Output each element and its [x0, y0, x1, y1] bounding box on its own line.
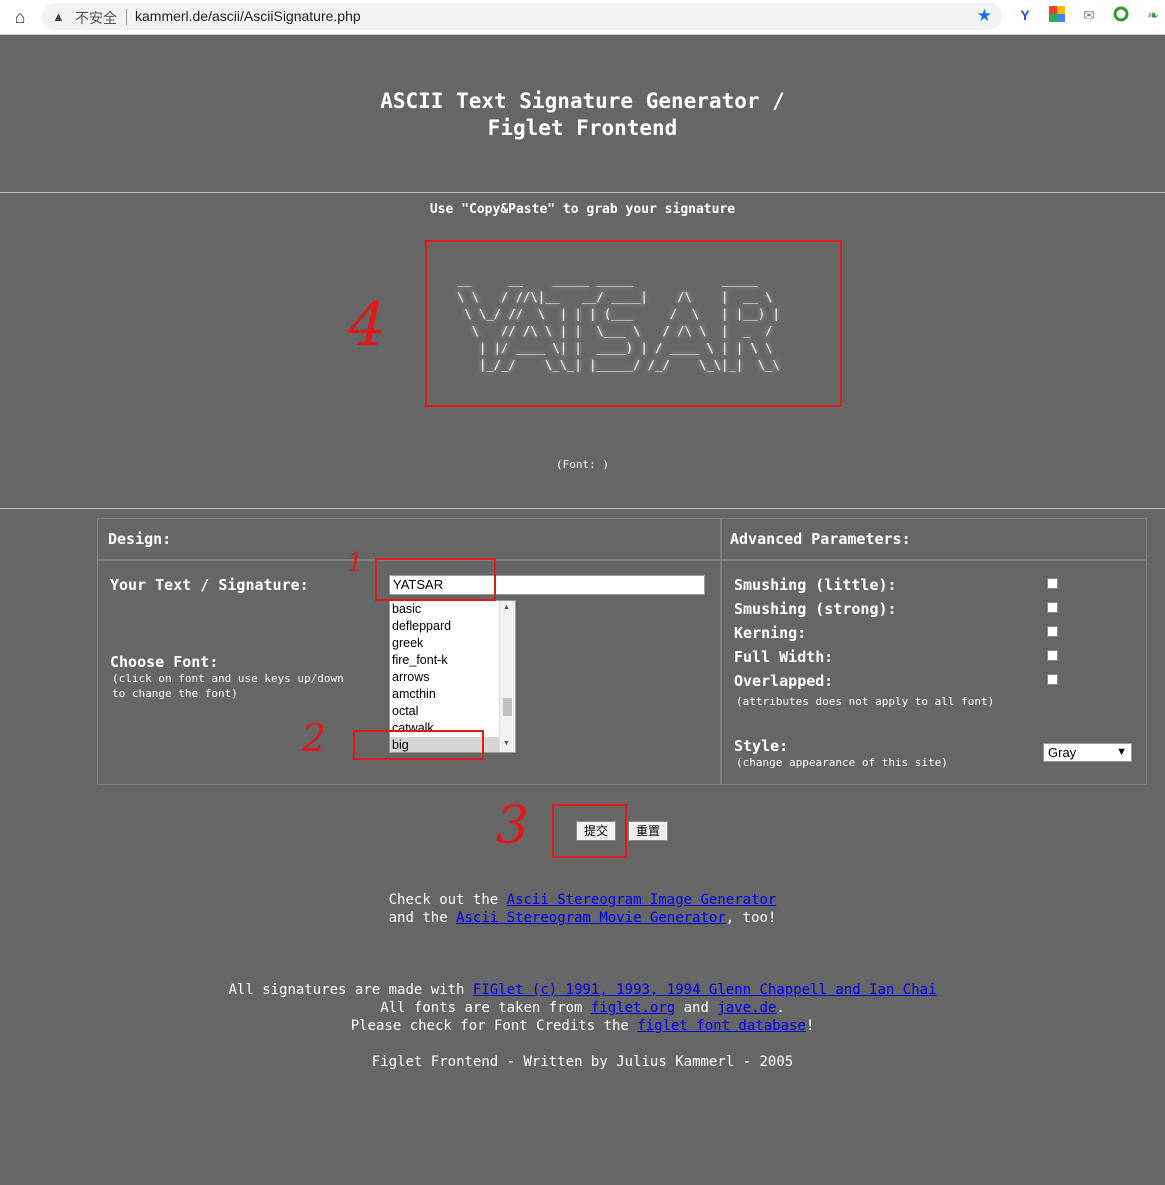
- design-header: Design:: [108, 530, 172, 548]
- extension-y-icon[interactable]: Y: [1016, 6, 1034, 24]
- copy-hint: Use "Copy&Paste" to grab your signature: [429, 202, 736, 217]
- style-select-value: Gray: [1048, 745, 1077, 760]
- divider-top: [0, 192, 1165, 193]
- footer-fonts-line: All fonts are taken from figlet.org and …: [0, 1000, 1165, 1016]
- footer-made-with-line: All signatures are made with FIGlet (c) …: [0, 982, 1165, 998]
- footer-check-prefix: Check out the: [388, 892, 507, 908]
- footer-too: , too!: [725, 910, 777, 926]
- text-label: Your Text / Signature:: [110, 576, 309, 594]
- annotation-number-3: 3: [496, 796, 530, 856]
- annotation-number-4: 4: [348, 290, 387, 360]
- annotation-number-1: 1: [347, 548, 364, 578]
- font-option[interactable]: arrows: [390, 669, 515, 686]
- annotation-box-output: [425, 240, 842, 407]
- font-hint-line2: to change the font): [112, 687, 238, 700]
- font-note: (Font: ): [556, 458, 609, 471]
- annotation-number-2: 2: [302, 716, 327, 760]
- address-separator: [126, 9, 127, 25]
- footer-movie-line: and the Ascii Stereogram Movie Generator…: [0, 910, 1165, 926]
- page-title-line1: ASCII Text Signature Generator /: [380, 89, 785, 113]
- scroll-thumb[interactable]: [503, 698, 512, 716]
- annotation-box-submit: [552, 804, 627, 858]
- style-label: Style:: [734, 737, 789, 755]
- home-icon[interactable]: ⌂: [8, 5, 32, 29]
- smushing-little-label: Smushing (little):: [734, 576, 897, 594]
- annotation-box-input: [375, 558, 496, 601]
- font-option[interactable]: octal: [390, 703, 515, 720]
- extension-evernote-icon[interactable]: ❧: [1144, 6, 1162, 24]
- overlapped-label: Overlapped:: [734, 672, 834, 690]
- security-label: 不安全: [75, 10, 117, 26]
- figlet-link[interactable]: FIGlet (c) 1991, 1993, 1994 Glenn Chappe…: [473, 982, 937, 998]
- footer-made-with: All signatures are made with: [228, 982, 473, 998]
- design-header-cell: Design:: [97, 518, 721, 560]
- extension-color-icon[interactable]: [1048, 6, 1066, 24]
- page-title-line2: Figlet Frontend: [487, 116, 678, 140]
- footer-period: .: [776, 1000, 785, 1016]
- font-label: Choose Font:: [110, 653, 219, 671]
- kerning-label: Kerning:: [734, 624, 807, 642]
- footer-check-line: Check out the Ascii Stereogram Image Gen…: [0, 892, 1165, 908]
- full-width-label: Full Width:: [734, 648, 834, 666]
- footer-please-check: Please check for Font Credits the: [350, 1018, 638, 1034]
- overlapped-checkbox[interactable]: [1047, 674, 1058, 685]
- smushing-strong-checkbox[interactable]: [1047, 602, 1058, 613]
- font-option[interactable]: fire_font-k: [390, 652, 515, 669]
- jave-link[interactable]: jave.de: [717, 1000, 776, 1016]
- full-width-checkbox[interactable]: [1047, 650, 1058, 661]
- page-title: ASCII Text Signature Generator / Figlet …: [0, 88, 1165, 142]
- advanced-header: Advanced Parameters:: [730, 530, 911, 548]
- url-text[interactable]: kammerl.de/ascii/AsciiSignature.php: [135, 8, 361, 24]
- advanced-header-cell: Advanced Parameters:: [721, 518, 1147, 560]
- footer-credits-line: Please check for Font Credits the figlet…: [0, 1018, 1165, 1034]
- font-option[interactable]: amcthin: [390, 686, 515, 703]
- font-option[interactable]: defleppard: [390, 618, 515, 635]
- address-bar[interactable]: ▲ 不安全 kammerl.de/ascii/AsciiSignature.ph…: [42, 3, 1002, 30]
- attributes-note: (attributes does not apply to all font): [736, 695, 995, 708]
- footer-excl: !: [805, 1018, 815, 1034]
- font-list-scrollbar[interactable]: ▲ ▼: [499, 601, 515, 752]
- footer-fonts-from: All fonts are taken from: [380, 1000, 591, 1016]
- style-hint: (change appearance of this site): [736, 756, 948, 769]
- figlet-org-link[interactable]: figlet.org: [591, 1000, 675, 1016]
- browser-toolbar: ⌂ ▲ 不安全 kammerl.de/ascii/AsciiSignature.…: [0, 0, 1165, 35]
- divider-bottom: [0, 508, 1165, 509]
- extension-circle-icon[interactable]: [1112, 6, 1130, 24]
- footer-written-by: Figlet Frontend - Written by Julius Kamm…: [371, 1054, 794, 1070]
- footer-and-the: and the: [388, 910, 457, 926]
- scroll-up-icon[interactable]: ▲: [503, 604, 510, 611]
- chevron-down-icon: ▼: [1116, 746, 1127, 758]
- font-database-link[interactable]: figlet font database: [637, 1018, 806, 1034]
- bookmark-star-icon[interactable]: ★: [977, 6, 992, 26]
- kerning-checkbox[interactable]: [1047, 626, 1058, 637]
- stereogram-movie-link[interactable]: Ascii Stereogram Movie Generator: [456, 910, 726, 926]
- stereogram-image-link[interactable]: Ascii Stereogram Image Generator: [507, 892, 777, 908]
- style-select[interactable]: Gray ▼: [1043, 743, 1132, 762]
- reset-button[interactable]: 重置: [628, 821, 668, 841]
- warning-icon: ▲: [52, 9, 65, 24]
- footer-and-word: and: [675, 1000, 718, 1016]
- smushing-little-checkbox[interactable]: [1047, 578, 1058, 589]
- annotation-box-font: [353, 730, 484, 760]
- font-option[interactable]: greek: [390, 635, 515, 652]
- smushing-strong-label: Smushing (strong):: [734, 600, 897, 618]
- font-hint-line1: (click on font and use keys up/down: [112, 672, 344, 685]
- scroll-down-icon[interactable]: ▼: [503, 740, 510, 747]
- font-option[interactable]: basic: [390, 601, 515, 618]
- extension-mail-icon[interactable]: ✉: [1080, 6, 1098, 24]
